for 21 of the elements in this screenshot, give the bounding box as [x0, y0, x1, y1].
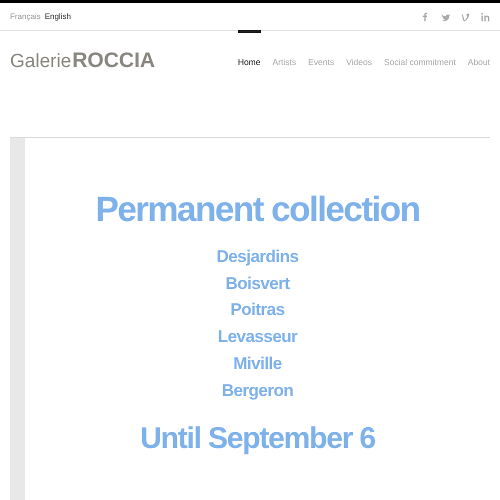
artist-name: Bergeron	[222, 380, 294, 402]
language-link[interactable]: English	[44, 12, 71, 21]
artist-name: Poitras	[230, 299, 285, 322]
nav-link[interactable]: Artists	[272, 30, 296, 91]
language-link[interactable]: Français	[10, 12, 41, 21]
vimeo-icon[interactable]	[460, 10, 470, 22]
nav-link[interactable]: Events	[308, 30, 334, 91]
artist-name: Levasseur	[218, 326, 298, 348]
exhibition-dates: Until September 6	[140, 422, 375, 456]
facebook-icon[interactable]	[420, 10, 430, 22]
artist-name: Miville	[233, 352, 282, 375]
artist-name: Desjardins	[216, 246, 298, 268]
logo-name: ROCCIA	[72, 49, 156, 73]
logo-prefix: Galerie	[10, 51, 72, 73]
artist-name: Boisvert	[225, 272, 290, 295]
linkedin-icon[interactable]	[480, 10, 490, 22]
nav-link[interactable]: Social commitment	[384, 30, 456, 91]
nav-link[interactable]: About	[468, 30, 490, 91]
nav-link[interactable]: Videos	[346, 30, 372, 91]
nav-link[interactable]: Home	[238, 30, 260, 91]
exhibition-title: Permanent collection	[96, 190, 420, 230]
